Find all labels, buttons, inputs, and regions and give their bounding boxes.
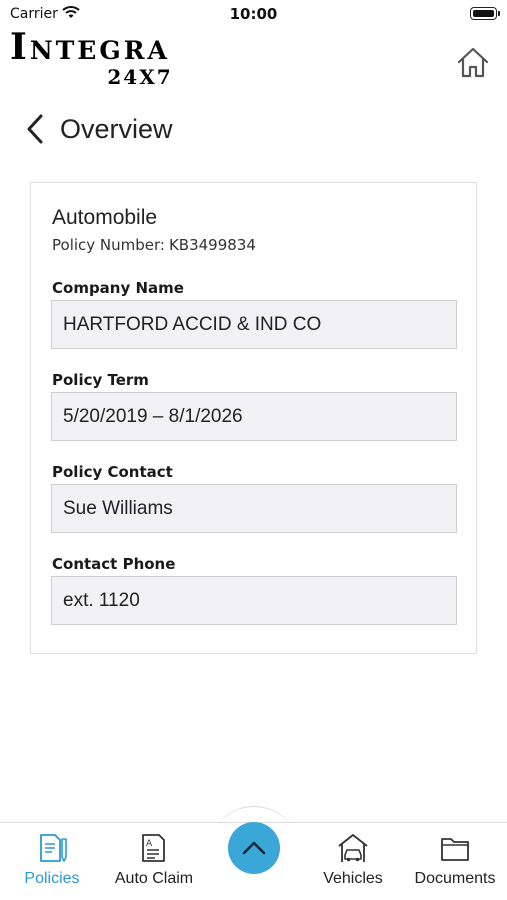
policy-number-row: Policy Number: KB3499834 (52, 236, 256, 254)
contact-phone-field[interactable]: ext. 1120 (51, 576, 457, 625)
brand-sub: 24X7 (107, 65, 173, 89)
tab-label-documents: Documents (414, 870, 496, 887)
policy-card: Automobile Policy Number: KB3499834 Compa… (30, 182, 477, 654)
car-garage-icon (338, 834, 368, 862)
contact-phone-label: Contact Phone (52, 555, 176, 573)
tab-policies[interactable]: Policies (14, 823, 90, 900)
center-action-button[interactable] (228, 822, 280, 874)
brand-name: Integra (10, 26, 170, 68)
svg-text:A: A (146, 839, 153, 849)
back-button[interactable]: Overview (24, 108, 173, 150)
battery-icon (470, 7, 500, 20)
chevron-up-icon (242, 841, 266, 855)
company-name-field[interactable]: HARTFORD ACCID & IND CO (51, 300, 457, 349)
tab-label-vehicles: Vehicles (323, 870, 383, 887)
brand-logo: Integra 24X7 (10, 28, 255, 88)
folder-icon (441, 838, 469, 861)
tab-label-policies: Policies (24, 870, 80, 887)
home-icon[interactable] (455, 45, 491, 81)
clock: 10:00 (229, 5, 278, 23)
policy-type: Automobile (52, 206, 158, 229)
chevron-left-icon (27, 114, 43, 144)
policy-contact-label: Policy Contact (52, 463, 173, 481)
policy-term-field[interactable]: 5/20/2019 – 8/1/2026 (51, 392, 457, 441)
claim-form-icon: A (142, 834, 165, 862)
policy-number: KB3499834 (168, 236, 256, 254)
policy-term-label: Policy Term (52, 371, 149, 389)
tab-auto-claim[interactable]: A Auto Claim (106, 823, 202, 900)
policy-number-label: Policy Number: (52, 236, 165, 254)
company-name-label: Company Name (52, 279, 184, 297)
page-title: Overview (60, 113, 173, 144)
policy-contact-field[interactable]: Sue Williams (51, 484, 457, 533)
tab-documents[interactable]: Documents (406, 823, 504, 900)
tab-label-auto-claim: Auto Claim (114, 870, 194, 887)
tab-vehicles[interactable]: Vehicles (314, 823, 392, 900)
policy-document-icon (40, 834, 67, 862)
status-bar: Carrier 10:00 (0, 0, 507, 28)
